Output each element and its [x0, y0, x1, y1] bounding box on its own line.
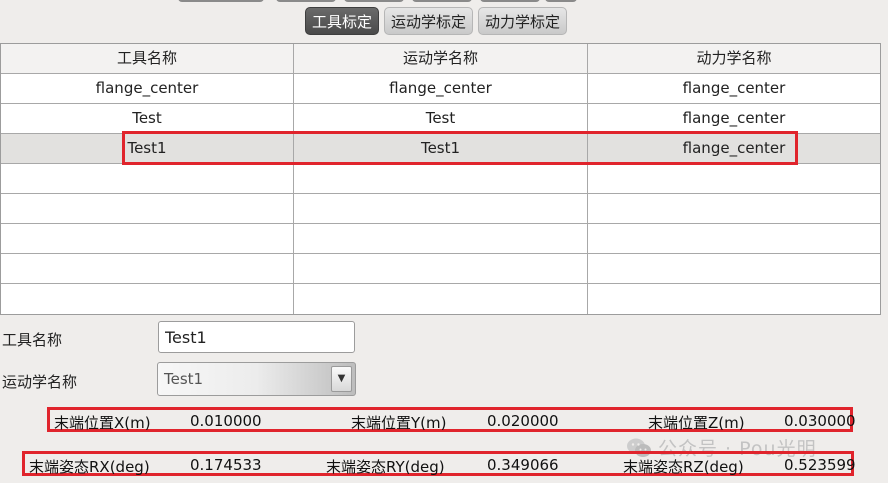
- table-cell[interactable]: [588, 254, 880, 283]
- table-row[interactable]: flange_center flange_center flange_cente…: [1, 74, 880, 104]
- end-orientation-ry-label: 末端姿态RY(deg): [326, 458, 445, 476]
- table-row-empty[interactable]: [1, 224, 880, 254]
- column-header-tool-name[interactable]: 工具名称: [1, 44, 294, 73]
- table-header-row: 工具名称 运动学名称 动力学名称: [1, 44, 880, 74]
- top-button-stub[interactable]: [276, 0, 336, 2]
- end-position-y-value: 0.020000: [487, 412, 559, 430]
- table-cell[interactable]: [1, 194, 294, 223]
- table-cell[interactable]: Test: [1, 104, 294, 133]
- column-header-kinematics-name[interactable]: 运动学名称: [294, 44, 588, 73]
- end-position-z-label: 末端位置Z(m): [648, 414, 745, 432]
- kinematics-name-select[interactable]: Test1 ▼: [157, 362, 356, 396]
- end-orientation-rz-value: 0.523599: [784, 456, 856, 474]
- end-orientation-rx-label: 末端姿态RX(deg): [29, 458, 150, 476]
- table-cell[interactable]: [588, 224, 880, 253]
- table-cell[interactable]: [294, 284, 588, 314]
- table-cell[interactable]: [1, 284, 294, 314]
- calibration-tabs: 工具标定 运动学标定 动力学标定: [305, 7, 568, 35]
- table-row-empty[interactable]: [1, 284, 880, 314]
- kinematics-name-value: Test1: [164, 370, 204, 388]
- tool-table: 工具名称 运动学名称 动力学名称 flange_center flange_ce…: [0, 43, 881, 315]
- table-cell[interactable]: flange_center: [588, 104, 880, 133]
- table-cell[interactable]: Test: [294, 104, 588, 133]
- top-button-stub[interactable]: [480, 0, 540, 2]
- end-position-x-value: 0.010000: [190, 412, 262, 430]
- table-cell[interactable]: [588, 164, 880, 193]
- top-button-stub[interactable]: [178, 0, 264, 2]
- table-cell[interactable]: [294, 224, 588, 253]
- table-cell[interactable]: [588, 284, 880, 314]
- table-cell[interactable]: flange_center: [294, 74, 588, 103]
- tab-tool-calibration[interactable]: 工具标定: [305, 7, 380, 35]
- tool-name-label: 工具名称: [2, 331, 63, 349]
- table-row-empty[interactable]: [1, 164, 880, 194]
- kinematics-name-label: 运动学名称: [2, 373, 78, 391]
- table-cell[interactable]: Test1: [294, 134, 588, 163]
- top-button-stub[interactable]: [545, 0, 577, 2]
- tool-name-input[interactable]: [158, 321, 355, 353]
- top-button-stub[interactable]: [412, 0, 472, 2]
- column-header-dynamics-name[interactable]: 动力学名称: [588, 44, 880, 73]
- table-cell[interactable]: flange_center: [588, 134, 880, 163]
- table-row-selected[interactable]: Test1 Test1 flange_center: [1, 134, 880, 164]
- table-cell[interactable]: [1, 254, 294, 283]
- table-cell[interactable]: [294, 164, 588, 193]
- chevron-down-icon[interactable]: ▼: [331, 366, 352, 392]
- tab-kinematics-calibration[interactable]: 运动学标定: [384, 7, 474, 35]
- end-orientation-rx-value: 0.174533: [190, 456, 262, 474]
- table-cell[interactable]: flange_center: [588, 74, 880, 103]
- table-row-empty[interactable]: [1, 254, 880, 284]
- tab-dynamics-calibration[interactable]: 动力学标定: [478, 7, 568, 35]
- end-orientation-ry-value: 0.349066: [487, 456, 559, 474]
- table-row[interactable]: Test Test flange_center: [1, 104, 880, 134]
- table-cell[interactable]: Test1: [1, 134, 294, 163]
- table-cell[interactable]: [294, 194, 588, 223]
- end-orientation-rz-label: 末端姿态RZ(deg): [623, 458, 744, 476]
- top-button-stub[interactable]: [344, 0, 404, 2]
- end-position-z-value: 0.030000: [784, 412, 856, 430]
- table-cell[interactable]: [1, 224, 294, 253]
- end-position-x-label: 末端位置X(m): [54, 414, 151, 432]
- table-cell[interactable]: [1, 164, 294, 193]
- table-cell[interactable]: flange_center: [1, 74, 294, 103]
- table-cell[interactable]: [588, 194, 880, 223]
- end-position-y-label: 末端位置Y(m): [351, 414, 447, 432]
- table-row-empty[interactable]: [1, 194, 880, 224]
- table-cell[interactable]: [294, 254, 588, 283]
